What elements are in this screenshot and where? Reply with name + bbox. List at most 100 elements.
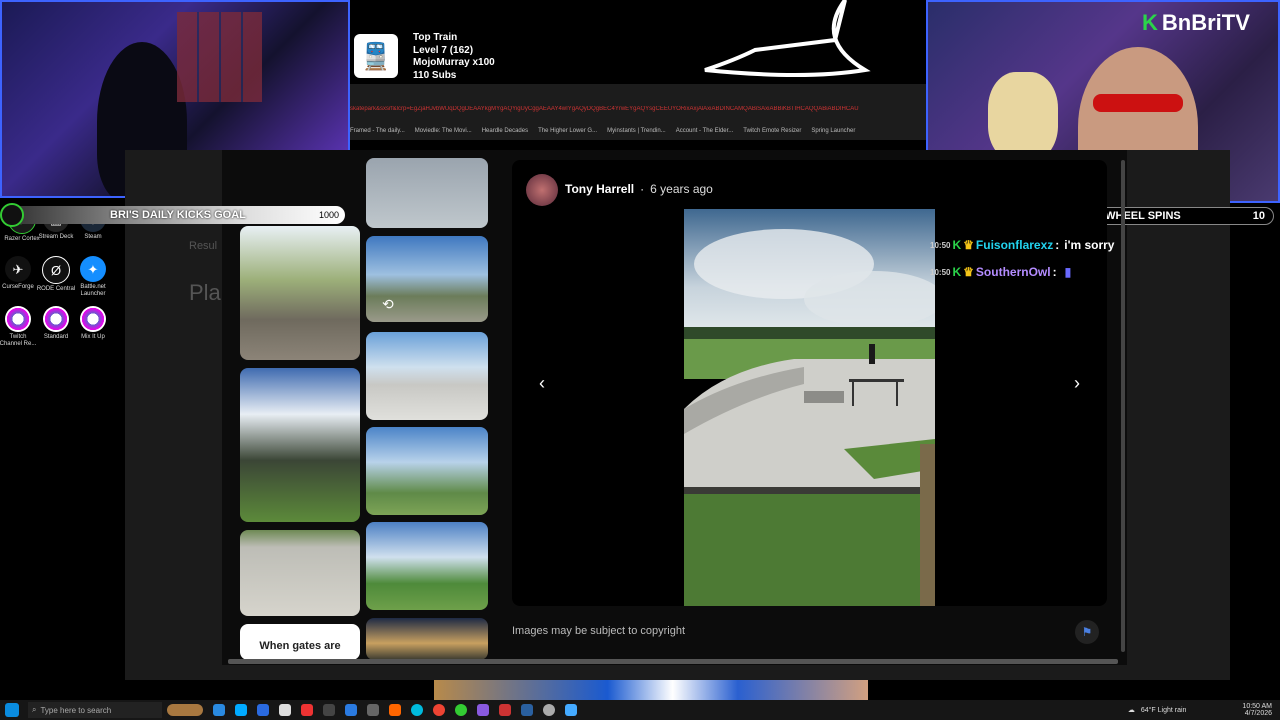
chrome-icon[interactable] xyxy=(433,704,445,716)
app-icon[interactable] xyxy=(235,704,247,716)
weather-text[interactable]: 64°F Light rain xyxy=(1141,707,1187,714)
address-bar[interactable]: skatepark&sxsrf&lcrp=EgZjaHJvbWUqDQgDEAA… xyxy=(350,106,926,118)
results-label: Resul xyxy=(189,240,218,252)
app-icon[interactable] xyxy=(521,704,533,716)
image-thumbnail-360[interactable]: ⟲ xyxy=(366,236,488,322)
app-icon[interactable] xyxy=(389,704,401,716)
previous-image-button[interactable]: ‹ xyxy=(528,369,556,397)
viewer-scrollbar[interactable] xyxy=(1121,160,1125,652)
twitch-icon xyxy=(80,306,106,332)
author-avatar[interactable] xyxy=(526,174,558,206)
kick-badge-icon: K xyxy=(952,265,962,279)
bookmark[interactable]: Moviedle: The Movi... xyxy=(415,128,472,134)
desktop-icon-label: RODE Central xyxy=(36,286,76,292)
desktop-icon-label: Steam xyxy=(84,234,102,240)
attribution-separator: · xyxy=(640,182,645,196)
chat-username[interactable]: SouthernOwl xyxy=(976,265,1051,279)
app-icon[interactable] xyxy=(367,704,379,716)
chat-text: i'm sorry xyxy=(1064,238,1115,252)
desktop-icon-curseforge[interactable]: ✈ CurseForge xyxy=(0,256,38,291)
bookmark[interactable]: The Higher Lower G... xyxy=(538,128,597,134)
sign-text: When gates are xyxy=(259,640,341,652)
app-icon[interactable] xyxy=(455,704,467,716)
alert-user: MojoMurray x100 xyxy=(413,57,495,68)
app-icon[interactable] xyxy=(257,704,269,716)
crown-badge-icon: ♛ xyxy=(963,265,974,279)
panorama-360-icon: ⟲ xyxy=(382,296,394,312)
moon-logo-graphic xyxy=(695,0,915,82)
bookmark[interactable]: Account - The Elder... xyxy=(676,128,734,134)
flag-icon: ⚑ xyxy=(1081,625,1093,639)
top-train-alert: Top Train Level 7 (162) MojoMurray x100 … xyxy=(413,32,495,82)
app-icon[interactable] xyxy=(279,704,291,716)
author-name[interactable]: Tony Harrell xyxy=(565,182,634,196)
desktop-icon-standard[interactable]: Standard xyxy=(36,306,76,341)
horizontal-scrollbar[interactable] xyxy=(228,659,1118,664)
bookmark[interactable]: Myinstants | Trendin... xyxy=(607,128,666,134)
plush-toys xyxy=(988,72,1058,162)
taskbar-search[interactable]: ⌕ Type here to search xyxy=(28,702,162,718)
image-thumbnail[interactable] xyxy=(240,368,360,522)
crown-badge-icon: ♛ xyxy=(963,238,974,252)
clock[interactable]: 10:50 AM 4/7/2026 xyxy=(1242,703,1272,717)
image-attribution: Tony Harrell · 6 years ago xyxy=(565,182,713,196)
desktop-icon-label: Standard xyxy=(43,334,69,340)
desktop-icon-battlenet[interactable]: ✦ Battle.net Launcher xyxy=(73,256,113,298)
image-thumbnail[interactable] xyxy=(366,427,488,515)
kick-badge-icon: K xyxy=(952,238,962,252)
brand-k-icon: K xyxy=(1142,10,1158,35)
kicks-goal-bar: BRI'S DAILY KICKS GOAL 1000 xyxy=(0,203,345,227)
brand-name: BnBriTV xyxy=(1161,10,1250,35)
start-icon[interactable] xyxy=(5,703,19,717)
chat-message: 10:50 K ♛ Fuisonflarexz : i'm sorry xyxy=(930,238,1114,252)
image-thumbnail[interactable] xyxy=(366,618,488,660)
rode-icon: Ø xyxy=(42,256,70,284)
image-thumbnail[interactable] xyxy=(366,522,488,610)
skatepark-photo[interactable] xyxy=(684,209,944,606)
app-icon[interactable] xyxy=(345,704,357,716)
image-thumbnail[interactable] xyxy=(366,158,488,228)
app-icon[interactable] xyxy=(301,704,313,716)
image-thumbnail[interactable] xyxy=(240,530,360,616)
chat-message: 10:50 K ♛ SouthernOwl : ▮ xyxy=(930,265,1071,279)
chat-colon: : xyxy=(1055,238,1060,252)
desktop-icon-label: Mix It Up xyxy=(81,334,105,340)
curseforge-icon: ✈ xyxy=(5,256,31,282)
chat-username[interactable]: Fuisonflarexz xyxy=(976,238,1053,252)
search-icon: ⌕ xyxy=(32,705,37,714)
bookmark[interactable]: Twitch Emote Resizer xyxy=(743,128,801,134)
desktop-icon-label: CurseForge xyxy=(2,284,34,290)
app-icon[interactable] xyxy=(499,704,511,716)
windows-taskbar: ⌕ Type here to search ☁ 64°F Light rain … xyxy=(0,700,1280,720)
widgets-icon[interactable] xyxy=(167,704,203,716)
red-sunglasses xyxy=(1093,94,1183,112)
channel-brand: K BnBriTV xyxy=(1142,10,1250,36)
desktop-icon-twitch-channel[interactable]: Twitch Channel Re... xyxy=(0,306,38,348)
image-thumbnail[interactable] xyxy=(240,226,360,360)
image-thumbnail-sign[interactable]: When gates are xyxy=(240,624,360,660)
desktop-icon-label: Twitch Channel Re... xyxy=(0,334,37,347)
app-icon[interactable] xyxy=(411,704,423,716)
image-thumbnail[interactable] xyxy=(366,332,488,420)
chat-colon: : xyxy=(1052,265,1057,279)
app-icon[interactable] xyxy=(477,704,489,716)
subs-goal-target: 10 xyxy=(1252,210,1265,222)
app-icon[interactable] xyxy=(213,704,225,716)
alert-title: Top Train xyxy=(413,32,458,43)
system-tray: ☁ 64°F Light rain 10:50 AM 4/7/2026 xyxy=(1128,703,1280,717)
desktop-icon-mix-it-up[interactable]: Mix It Up xyxy=(73,306,113,341)
desktop-icon-label: Stream Deck xyxy=(38,234,74,240)
bookmark[interactable]: Heardle Decades xyxy=(482,128,528,134)
desktop-icon-rode[interactable]: Ø RODE Central xyxy=(36,256,76,293)
app-icon[interactable] xyxy=(565,704,577,716)
goal-target: 1000 xyxy=(318,210,339,220)
next-image-button[interactable]: › xyxy=(1063,369,1091,397)
bookmark[interactable]: Spring Launcher xyxy=(811,128,855,134)
bookmark[interactable]: Framed - The daily... xyxy=(350,128,405,134)
report-image-button[interactable]: ⚑ xyxy=(1075,620,1099,644)
app-icon[interactable] xyxy=(543,704,555,716)
places-heading: Pla xyxy=(189,280,221,305)
alert-level: Level 7 (162) xyxy=(413,44,474,56)
app-icon[interactable] xyxy=(323,704,335,716)
alert-subs: 110 Subs xyxy=(413,69,457,81)
